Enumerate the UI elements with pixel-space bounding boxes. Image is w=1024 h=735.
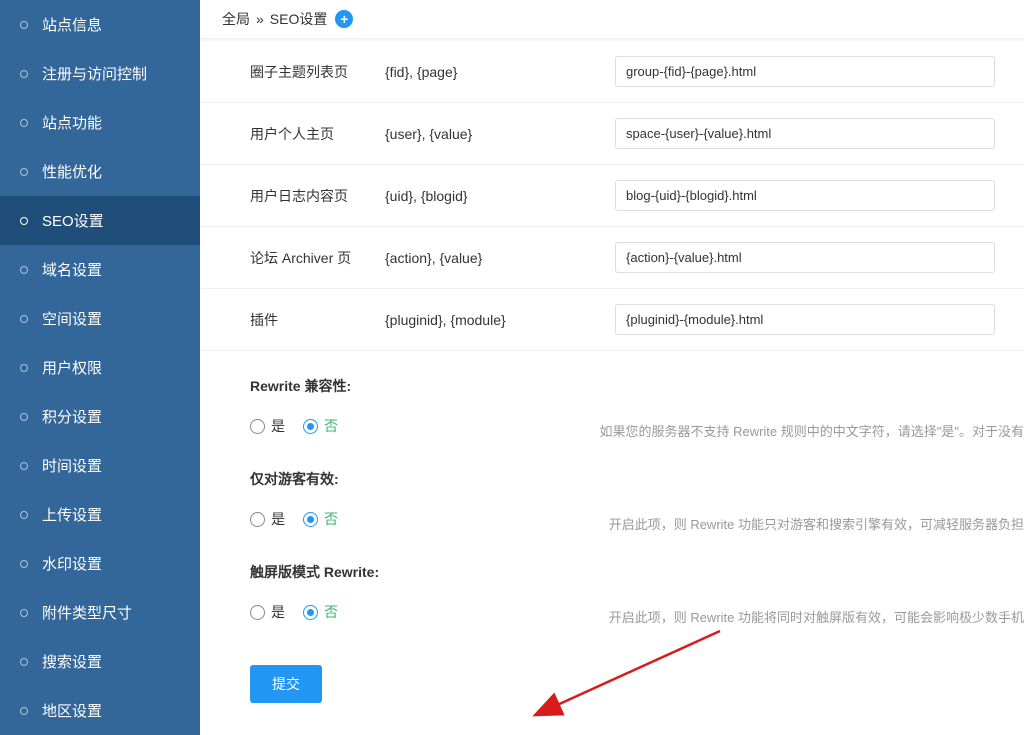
section-touch-title: 触屏版模式 Rewrite:: [250, 562, 1024, 582]
help-touch: 开启此项，则 Rewrite 功能将同时对触屏版有效，可能会影响极少数手机: [609, 607, 1024, 626]
radio-compat-no[interactable]: 否: [303, 416, 338, 436]
plus-icon[interactable]: +: [335, 10, 353, 28]
table-row: 圈子主题列表页{fid}, {page}: [200, 41, 1024, 103]
sidebar-item-0[interactable]: 站点信息: [0, 0, 200, 49]
sidebar-item-label: 域名设置: [42, 259, 102, 280]
section-compat-title: Rewrite 兼容性:: [250, 376, 1024, 396]
sidebar-item-4[interactable]: SEO设置: [0, 196, 200, 245]
bullet-icon: [20, 658, 28, 666]
sidebar-item-14[interactable]: 地区设置: [0, 686, 200, 735]
row-label: 用户日志内容页: [250, 186, 385, 206]
section-guest: 仅对游客有效: 是 否 开启此项，则 Rewrite 功能只对游客和搜索引擎有效…: [200, 444, 1024, 537]
sidebar-item-label: 用户权限: [42, 357, 102, 378]
radio-touch-yes[interactable]: 是: [250, 602, 285, 622]
help-guest: 开启此项，则 Rewrite 功能只对游客和搜索引擎有效，可减轻服务器负担: [609, 514, 1024, 533]
row-label: 论坛 Archiver 页: [250, 248, 385, 268]
sidebar-item-label: 搜索设置: [42, 651, 102, 672]
bullet-icon: [20, 413, 28, 421]
sidebar-item-label: 空间设置: [42, 308, 102, 329]
bullet-icon: [20, 609, 28, 617]
sidebar-item-12[interactable]: 附件类型尺寸: [0, 588, 200, 637]
bullet-icon: [20, 462, 28, 470]
breadcrumb-part1: 全局: [222, 9, 250, 29]
radio-icon: [250, 605, 265, 620]
row-label: 用户个人主页: [250, 124, 385, 144]
sidebar-item-11[interactable]: 水印设置: [0, 539, 200, 588]
sidebar-item-label: 性能优化: [42, 161, 102, 182]
breadcrumb-separator: »: [256, 11, 264, 27]
sidebar-item-9[interactable]: 时间设置: [0, 441, 200, 490]
sidebar-item-label: 水印设置: [42, 553, 102, 574]
sidebar-item-13[interactable]: 搜索设置: [0, 637, 200, 686]
radio-icon: [250, 512, 265, 527]
sidebar: 站点信息注册与访问控制站点功能性能优化 SEO设置域名设置空间设置用户权限积分设置…: [0, 0, 200, 735]
sidebar-item-label: 地区设置: [42, 700, 102, 721]
submit-button[interactable]: 提交: [250, 665, 322, 703]
row-input-1[interactable]: [615, 118, 995, 149]
radio-icon: [303, 605, 318, 620]
sidebar-item-6[interactable]: 空间设置: [0, 294, 200, 343]
radio-guest-no[interactable]: 否: [303, 509, 338, 529]
bullet-icon: [20, 21, 28, 29]
bullet-icon: [20, 119, 28, 127]
sidebar-item-1[interactable]: 注册与访问控制: [0, 49, 200, 98]
bullet-icon: [20, 266, 28, 274]
table-row: 用户日志内容页{uid}, {blogid}: [200, 165, 1024, 227]
help-compat: 如果您的服务器不支持 Rewrite 规则中的中文字符，请选择"是"。对于没有: [599, 421, 1024, 440]
sidebar-item-7[interactable]: 用户权限: [0, 343, 200, 392]
row-vars: {uid}, {blogid}: [385, 188, 615, 204]
radio-compat-yes[interactable]: 是: [250, 416, 285, 436]
sidebar-item-label: 积分设置: [42, 406, 102, 427]
radio-icon: [303, 512, 318, 527]
sidebar-item-10[interactable]: 上传设置: [0, 490, 200, 539]
bullet-icon: [20, 560, 28, 568]
content: 圈子主题列表页{fid}, {page}用户个人主页{user}, {value…: [200, 41, 1024, 735]
row-vars: {user}, {value}: [385, 126, 615, 142]
row-input-0[interactable]: [615, 56, 995, 87]
breadcrumb-part2: SEO设置: [270, 9, 328, 29]
table-row: 用户个人主页{user}, {value}: [200, 103, 1024, 165]
row-input-2[interactable]: [615, 180, 995, 211]
radio-icon: [250, 419, 265, 434]
sidebar-item-label: SEO设置: [42, 210, 104, 231]
sidebar-item-label: 站点信息: [42, 14, 102, 35]
bullet-icon: [20, 70, 28, 78]
sidebar-item-label: 站点功能: [42, 112, 102, 133]
radio-touch-no[interactable]: 否: [303, 602, 338, 622]
row-vars: {pluginid}, {module}: [385, 312, 615, 328]
sidebar-item-8[interactable]: 积分设置: [0, 392, 200, 441]
section-guest-title: 仅对游客有效:: [250, 469, 1024, 489]
bullet-icon: [20, 217, 28, 225]
bullet-icon: [20, 315, 28, 323]
arrow-annotation-icon: [530, 621, 730, 731]
table-row: 插件{pluginid}, {module}: [200, 289, 1024, 351]
sidebar-item-label: 附件类型尺寸: [42, 602, 132, 623]
row-input-4[interactable]: [615, 304, 995, 335]
row-input-3[interactable]: [615, 242, 995, 273]
sidebar-item-2[interactable]: 站点功能: [0, 98, 200, 147]
breadcrumb: 全局 » SEO设置 +: [200, 0, 1024, 39]
sidebar-item-label: 时间设置: [42, 455, 102, 476]
row-label: 圈子主题列表页: [250, 62, 385, 82]
section-touch: 触屏版模式 Rewrite: 是 否 开启此项，则 Rewrite 功能将同时对…: [200, 537, 1024, 630]
row-vars: {fid}, {page}: [385, 64, 615, 80]
bullet-icon: [20, 364, 28, 372]
bullet-icon: [20, 707, 28, 715]
radio-icon: [303, 419, 318, 434]
section-compat: Rewrite 兼容性: 是 否 如果您的服务器不支持 Rewrite 规则中的…: [200, 351, 1024, 444]
bullet-icon: [20, 168, 28, 176]
sidebar-item-label: 注册与访问控制: [42, 63, 147, 84]
sidebar-item-label: 上传设置: [42, 504, 102, 525]
row-label: 插件: [250, 310, 385, 330]
row-vars: {action}, {value}: [385, 250, 615, 266]
main: 全局 » SEO设置 + 圈子主题列表页{fid}, {page}用户个人主页{…: [200, 0, 1024, 735]
sidebar-item-5[interactable]: 域名设置: [0, 245, 200, 294]
radio-guest-yes[interactable]: 是: [250, 509, 285, 529]
bullet-icon: [20, 511, 28, 519]
sidebar-item-3[interactable]: 性能优化: [0, 147, 200, 196]
table-row: 论坛 Archiver 页{action}, {value}: [200, 227, 1024, 289]
